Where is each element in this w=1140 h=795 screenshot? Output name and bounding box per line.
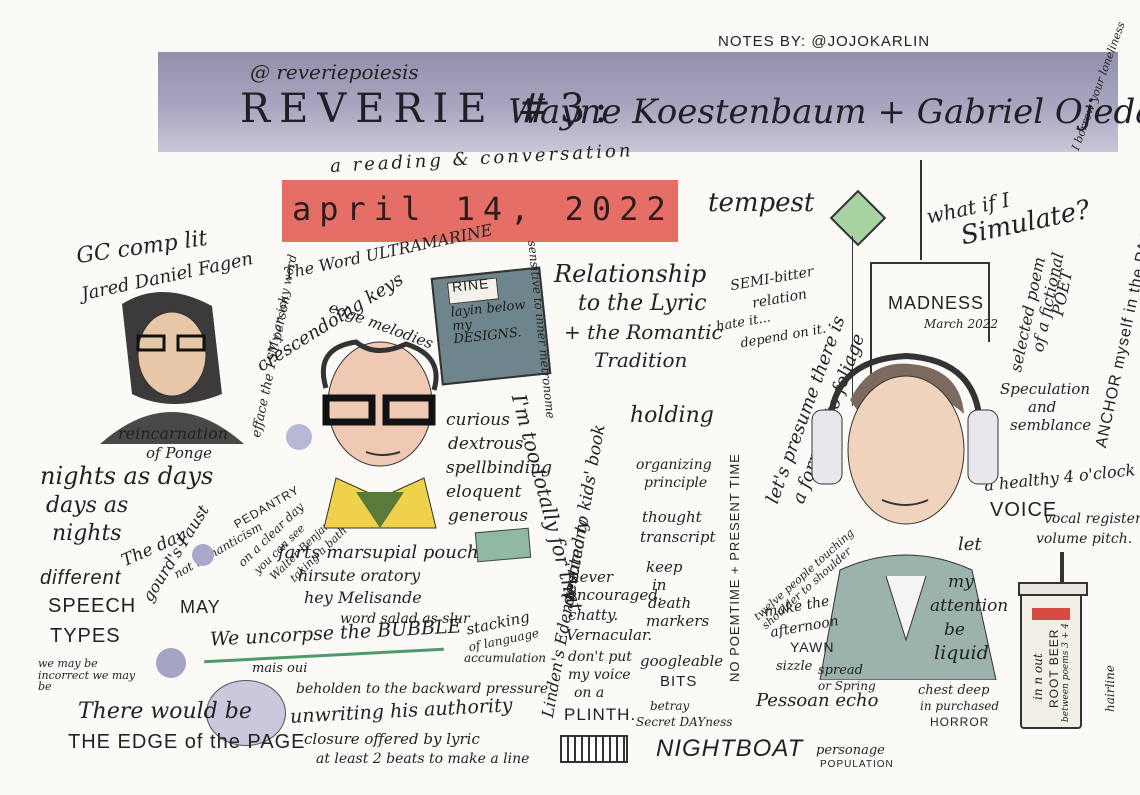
note-madness: MADNESS [888,293,985,313]
portrait-jared [100,291,244,444]
note-and: and [1028,398,1057,416]
portrait-wayne [320,339,439,529]
note-eloquent: eloquent [446,482,522,502]
note-yawn: YAWN [790,639,835,655]
bowtie-icon [474,527,532,563]
note-nights: nights as days [40,462,214,490]
note-betray: betray [650,699,690,713]
note-my: my [948,572,974,592]
note-sizzle: sizzle [776,659,813,674]
note-markers: markers [646,612,710,630]
note-death: death [648,594,692,612]
note-chatty: chatty. [568,606,619,624]
kite-icon [829,189,887,247]
note-dextrous: dextrous [448,434,524,454]
note-hate: hate it... [715,310,772,335]
note-marsupial: farts marsupial pouch [278,542,479,563]
note-thought: thought [642,508,702,526]
note-may: MAY [180,597,221,617]
note-speech: SPEECH [48,595,137,617]
note-secret: Secret DAYness [636,715,733,729]
note-root-beer: ROOT BEER [1047,628,1061,708]
note-vernacular: Vernacular. [566,626,653,644]
note-dont-put: don't put [568,649,632,665]
note-there: There would be [78,699,252,724]
note-holding: holding [630,403,714,428]
note-romantic: + the Romantic [564,320,723,344]
note-in-purchased: in purchased [920,699,1000,713]
note-curious: curious [446,410,510,430]
note-unwriting: unwriting his authority [289,694,513,728]
arrow-line [920,160,922,260]
note-ponge: of Ponge [146,444,213,462]
note-organizing: organizing [636,457,712,473]
note-volume: volume pitch. [1036,531,1133,547]
paint-dot-2 [192,544,214,566]
note-types: TYPES [50,625,121,647]
credit-label: NOTES BY: @JOJOKARLIN [718,33,931,50]
note-semblance: semblance [1010,416,1092,434]
note-keep: keep [646,558,683,576]
note-population: POPULATION [820,759,894,770]
note-nights-2: nights [52,521,122,546]
note-my-voice: my voice [568,667,631,683]
note-reincarnation: reincarnation [118,424,229,443]
note-attention: attention [930,596,1009,616]
note-relation: relation [750,286,809,312]
sketchnote-page: NOTES BY: @JOJOKARLIN @ reveriepoiesis R… [0,0,1140,795]
cup-lid [1018,582,1088,596]
note-liquid: liquid [934,642,989,664]
note-different: different [40,567,122,589]
paint-dot-3 [156,648,186,678]
note-pessoan: Pessoan echo [756,690,879,711]
note-transcript: transcript [640,528,716,546]
note-spread: spread [818,663,863,678]
note-uncorpse: We uncorpse the BUBBLE [209,615,462,651]
handle-label: @ reveriepoiesis [250,60,419,84]
underline-green [204,647,444,664]
note-mais-oui: mais oui [252,661,308,676]
note-be: be [944,620,965,640]
note-anchor: ANCHOR myself in the PAGE [1093,214,1140,450]
note-tradition: Tradition [594,348,688,372]
note-never: never [570,568,614,586]
note-plinth: PLINTH. [564,705,637,724]
note-inn-out: in n out [1031,653,1045,700]
note-bits: BITS [660,673,698,690]
speaker-names: Wayne Koestenbaum + Gabriel Ojeda-Sagué [508,92,1140,132]
note-googleable: googleable [640,652,724,670]
note-edge-of-page: THE EDGE of the PAGE [68,731,306,753]
note-to-lyric: to the Lyric [578,291,707,316]
note-march: March 2022 [924,317,998,331]
note-days-as: days as [46,493,129,518]
note-tempest: tempest [708,188,815,218]
note-generous: generous [448,506,528,526]
plinth-icon [560,735,628,763]
note-on-a: on a [574,685,605,701]
note-personage: personage [816,743,885,758]
note-hairline: hairline [1103,665,1117,712]
note-between: between poems 3 + 4 [1061,623,1071,722]
note-hey: hey Melisande [304,588,422,607]
note-relationship: Relationship [554,260,707,288]
cup-straw [1060,552,1064,584]
note-horror: HORROR [930,715,990,729]
note-nightboat: NIGHTBOAT [656,735,804,762]
note-two-beats: at least 2 beats to make a line [316,751,530,767]
note-accumulation: accumulation [464,651,547,665]
note-speculation: Speculation [1000,380,1091,398]
note-maybe: we may be incorrect we may be [38,657,136,694]
note-chest: chest deep [918,683,990,698]
cup-label [1032,608,1070,620]
note-hirsute: hirsute oratory [298,566,421,585]
note-poem-time: NO POEMTIME + PRESENT TIME [727,453,742,682]
note-vocal: vocal registers [1044,511,1140,527]
note-principle: principle [644,475,708,491]
note-closure: closure offered by lyric [304,730,480,748]
note-in: in [652,576,667,594]
window-frame-top [870,262,990,264]
